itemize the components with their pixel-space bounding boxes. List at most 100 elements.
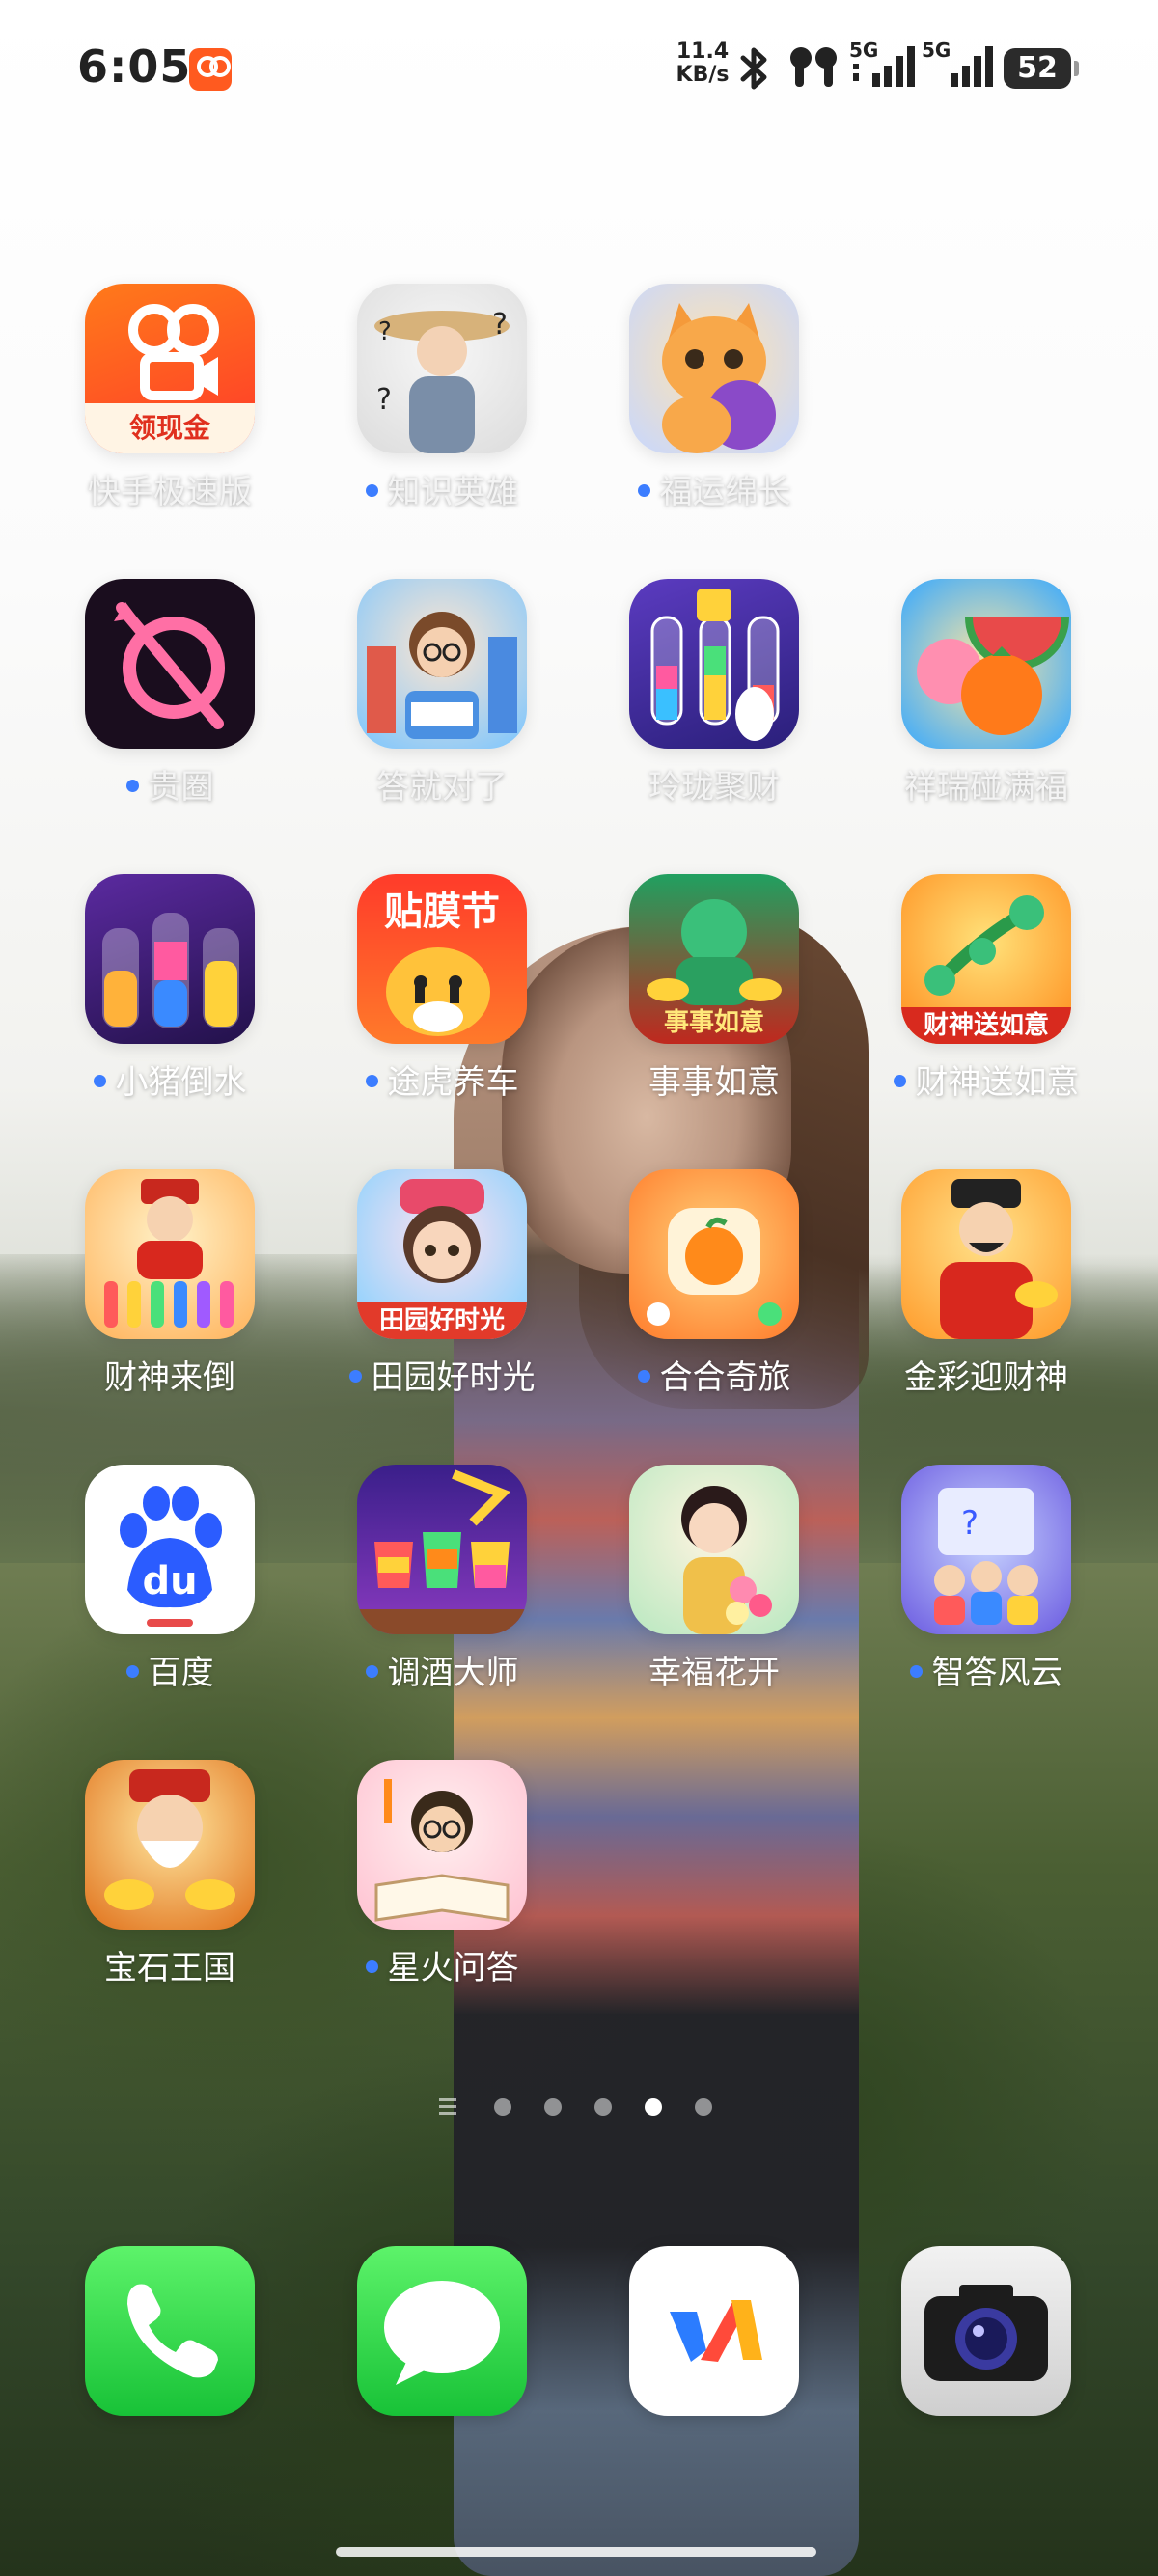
svg-text:?: ? — [376, 383, 392, 417]
page-dot[interactable] — [494, 2098, 511, 2116]
kuaishou-icon: 领现金 — [85, 284, 255, 453]
app-label: 百度 — [54, 1646, 286, 1693]
status-bar: 6:05 11.4 KB/s 5G 5G 52 — [0, 0, 1158, 135]
kuaishou-notification-icon — [189, 48, 232, 91]
farm-girl-icon: 田园好时光 — [357, 1169, 527, 1339]
reading-girl-icon — [357, 579, 527, 749]
tianyuan-icon-text: 田园好时光 — [357, 1302, 527, 1339]
app-label: 途虎养车 — [326, 1055, 558, 1103]
new-badge-dot — [365, 1665, 378, 1678]
app-caishen-songruyi[interactable]: 财神送如意 财神送如意 — [890, 874, 1083, 1102]
svg-text:?: ? — [492, 308, 508, 342]
app-tuhu-yangche[interactable]: 贴膜节 途虎养车 — [345, 874, 538, 1102]
gem-god-icon — [85, 1760, 255, 1930]
network-speed-value: 11.4 — [676, 40, 730, 64]
app-label: 祥瑞碰满福 — [904, 768, 1068, 807]
app-baoshi-wangguo[interactable]: 宝石王国 — [73, 1760, 266, 1987]
app-label: 福运绵长 — [598, 465, 830, 512]
app-label: 幸福花开 — [648, 1654, 780, 1692]
dock-phone[interactable] — [85, 2246, 255, 2416]
signal2-icon — [951, 46, 993, 87]
list-view-icon[interactable] — [439, 2098, 456, 2116]
dock-messages[interactable] — [357, 2246, 527, 2416]
app-tiaojiu-dashi[interactable]: 调酒大师 — [345, 1465, 538, 1692]
app-xinghuo-wenda[interactable]: 星火问答 — [345, 1760, 538, 1987]
new-badge-dot — [909, 1665, 923, 1678]
network-speed: 11.4 KB/s — [674, 41, 731, 87]
new-badge-dot — [125, 1665, 139, 1678]
app-zhida-fengyun[interactable]: ? 智答风云 — [890, 1465, 1083, 1692]
app-label: 财神来倒 — [104, 1358, 235, 1397]
vivo-logo-icon — [670, 2300, 762, 2362]
status-time: 6:05 — [77, 41, 192, 93]
app-jincai-yingcaishen[interactable]: 金彩迎财神 — [890, 1169, 1083, 1397]
jade-god-icon: 事事如意 — [629, 874, 799, 1044]
baidu-paw-icon: du — [85, 1465, 255, 1634]
app-label: 事事如意 — [648, 1063, 780, 1102]
svg-text:?: ? — [378, 317, 392, 346]
fortune-god-icon — [85, 1169, 255, 1339]
cat-icon — [629, 284, 799, 453]
baidu-icon-text: du — [142, 1559, 197, 1603]
app-shishi-ruyi[interactable]: 事事如意 事事如意 — [618, 874, 811, 1102]
app-xingfu-huakai[interactable]: 幸福花开 — [618, 1465, 811, 1692]
app-baidu[interactable]: du 百度 — [73, 1465, 266, 1692]
wealth-god-icon — [901, 1169, 1071, 1339]
new-badge-dot — [93, 1075, 106, 1087]
ruyi-icon: 财神送如意 — [901, 874, 1071, 1044]
new-badge-dot — [125, 780, 139, 792]
page-dot[interactable] — [695, 2098, 712, 2116]
app-fuyun-mianchang[interactable]: 福运绵长 — [618, 284, 811, 511]
signal1-icon — [853, 46, 915, 87]
app-label: 金彩迎财神 — [904, 1358, 1068, 1397]
planet-icon — [85, 579, 255, 749]
book-boy-icon — [357, 1760, 527, 1930]
caishen-icon-text: 财神送如意 — [901, 1007, 1071, 1044]
new-badge-dot — [365, 1075, 378, 1087]
app-label: 知识英雄 — [326, 465, 558, 512]
tubes-icon — [629, 579, 799, 749]
app-label: 快手极速版 — [88, 473, 252, 511]
app-kuaishou-speed[interactable]: 领现金 快手极速版 — [73, 284, 266, 511]
bottles-icon — [85, 874, 255, 1044]
shishi-icon-text: 事事如意 — [663, 1008, 764, 1037]
app-dajiu-duile[interactable]: 答就对了 — [345, 579, 538, 807]
page-dot[interactable] — [594, 2098, 612, 2116]
page-indicator[interactable] — [0, 2084, 1158, 2123]
flower-lady-icon — [629, 1465, 799, 1634]
app-label: 小猪倒水 — [54, 1055, 286, 1103]
app-label: 星火问答 — [326, 1941, 558, 1988]
page-dot[interactable] — [544, 2098, 562, 2116]
app-xiaozhu-daoshui[interactable]: 小猪倒水 — [73, 874, 266, 1102]
phone-icon — [127, 2284, 218, 2378]
app-tianyuan-haoshiguang[interactable]: 田园好时光 田园好时光 — [345, 1169, 538, 1397]
page-dot-active[interactable] — [645, 2098, 662, 2116]
app-xiangrui-pengmanfu[interactable]: 祥瑞碰满福 — [890, 579, 1083, 807]
camera-icon — [924, 2285, 1048, 2381]
dock-vivo-app[interactable] — [629, 2246, 799, 2416]
new-badge-dot — [893, 1075, 906, 1087]
app-linglong-jucai[interactable]: 玲珑聚财 — [618, 579, 811, 807]
new-badge-dot — [637, 484, 650, 497]
home-indicator[interactable] — [336, 2547, 816, 2557]
dock-camera[interactable] — [901, 2246, 1071, 2416]
app-label: 贵圈 — [54, 760, 286, 808]
app-label: 财神送如意 — [870, 1055, 1102, 1103]
new-badge-dot — [348, 1370, 362, 1383]
app-guiquan[interactable]: 贵圈 — [73, 579, 266, 807]
app-label: 宝石王国 — [104, 1949, 235, 1987]
network-speed-unit: KB/s — [676, 63, 730, 87]
earbuds-icon — [790, 47, 837, 87]
tiger-icon: 贴膜节 — [357, 874, 527, 1044]
orange-icon — [629, 1169, 799, 1339]
scholar-icon: ? ? ? — [357, 284, 527, 453]
app-zhishi-yingxiong[interactable]: ? ? ? 知识英雄 — [345, 284, 538, 511]
app-label: 智答风云 — [870, 1646, 1102, 1693]
bluetooth-icon — [740, 47, 767, 90]
app-label: 答就对了 — [376, 768, 508, 807]
app-caishen-laidao[interactable]: 财神来倒 — [73, 1169, 266, 1397]
cocktail-icon — [357, 1465, 527, 1634]
new-badge-dot — [365, 484, 378, 497]
app-hehe-qilv[interactable]: 合合奇旅 — [618, 1169, 811, 1397]
message-bubble-icon — [384, 2281, 500, 2385]
